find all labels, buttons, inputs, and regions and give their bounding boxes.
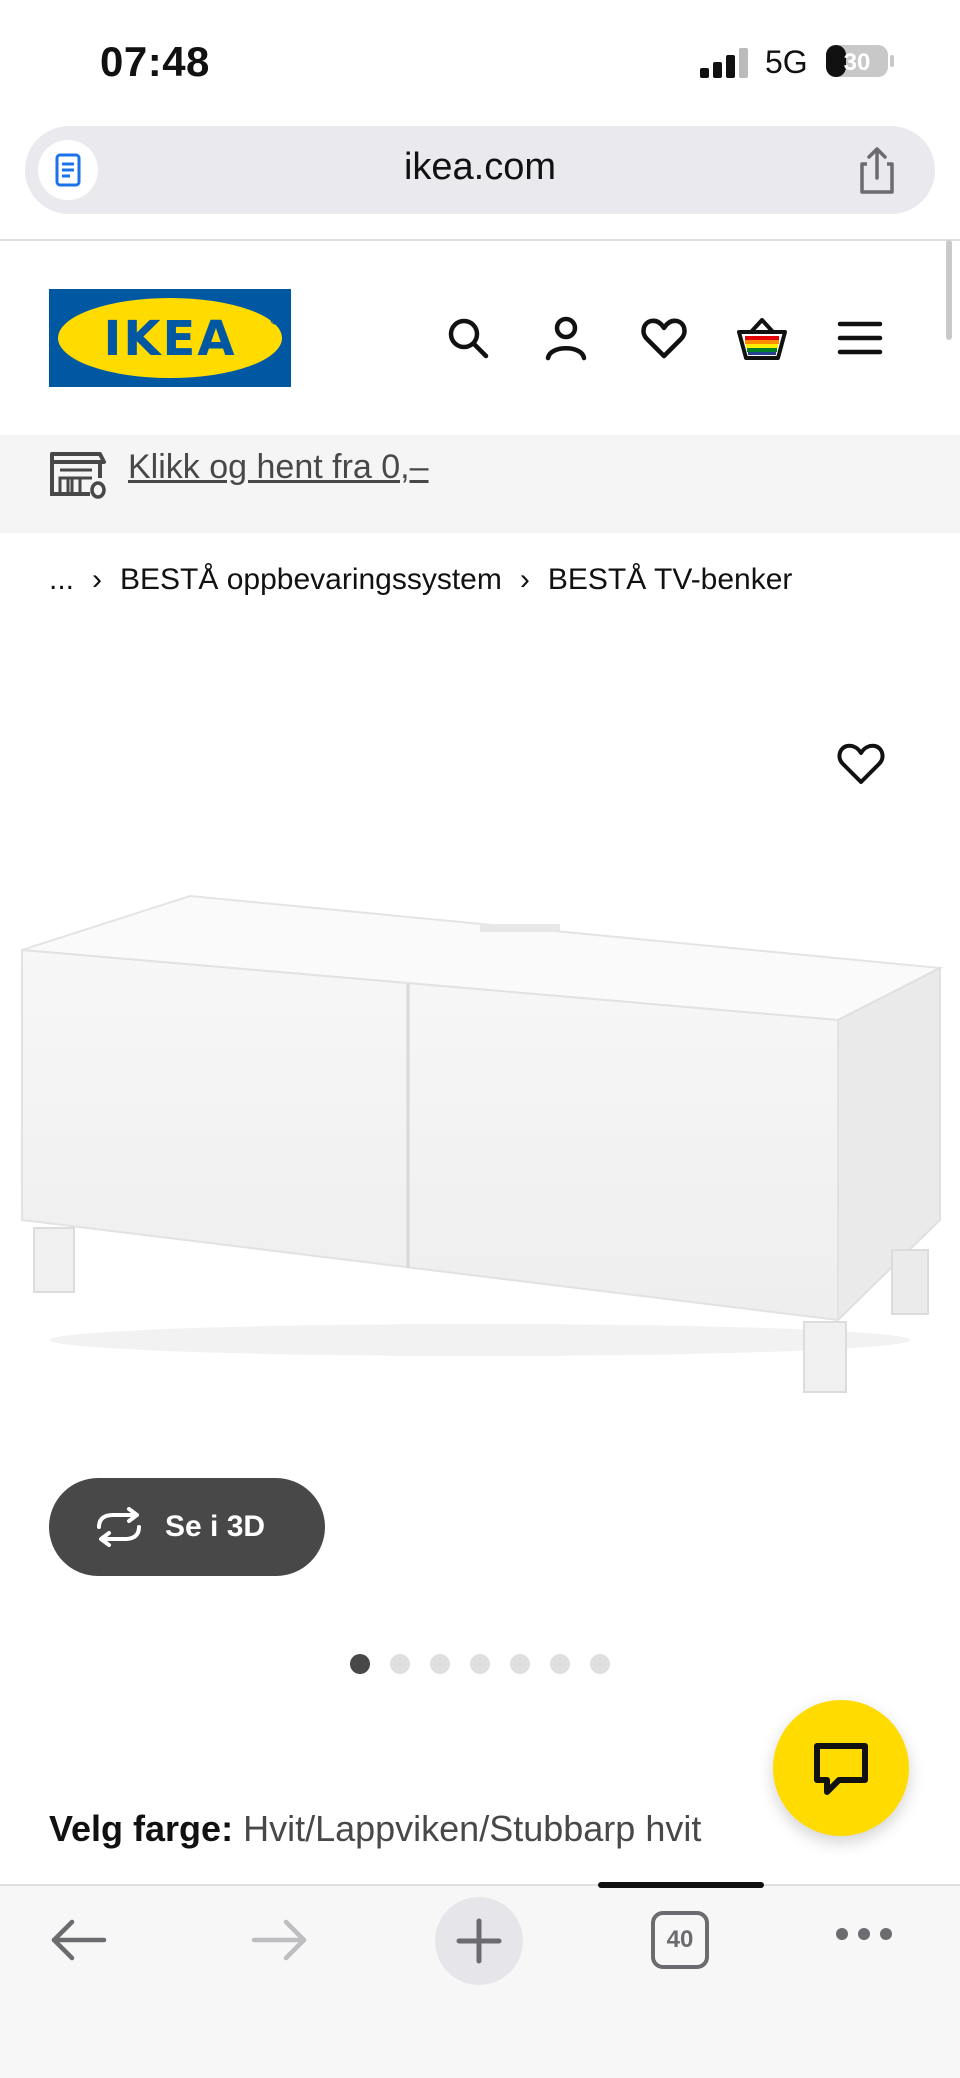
carousel-dot[interactable] <box>350 1654 370 1674</box>
ikea-logo[interactable]: IKEA <box>49 289 291 387</box>
product-image[interactable] <box>0 860 960 1420</box>
color-value: Hvit/Lappviken/Stubbarp hvit <box>243 1808 702 1849</box>
new-tab-button[interactable] <box>435 1897 523 1985</box>
color-label: Velg farge: <box>49 1808 234 1849</box>
chevron-right-icon: › <box>519 563 530 596</box>
breadcrumb: ... › BESTÅ oppbevaringssystem › BESTÅ T… <box>49 563 792 597</box>
carousel-dot[interactable] <box>590 1654 610 1674</box>
tab-switcher-button[interactable]: 40 <box>651 1911 709 1969</box>
breadcrumb-item[interactable]: BESTÅ oppbevaringssystem <box>120 563 502 597</box>
carousel-dot[interactable] <box>470 1654 490 1674</box>
battery-icon: 30 <box>826 45 894 77</box>
menu-icon[interactable] <box>834 312 886 364</box>
image-carousel-indicator <box>350 1654 610 1674</box>
chat-bubble-icon <box>814 1743 868 1795</box>
search-icon[interactable] <box>442 312 494 364</box>
url-text[interactable]: ikea.com <box>0 146 960 189</box>
plus-icon <box>456 1918 502 1964</box>
ikea-logo-text: IKEA <box>104 311 237 367</box>
chevron-right-icon: › <box>92 563 103 596</box>
user-icon[interactable] <box>540 312 592 364</box>
click-collect-link[interactable]: Klikk og hent fra 0,– <box>128 448 429 487</box>
divider <box>0 239 960 241</box>
breadcrumb-item[interactable]: BESTÅ TV-benker <box>548 563 793 597</box>
forward-arrow-icon[interactable] <box>248 1915 310 1965</box>
store-icon <box>50 452 106 499</box>
carousel-dot[interactable] <box>430 1654 450 1674</box>
scrollbar[interactable] <box>946 240 952 340</box>
heart-icon[interactable] <box>638 312 690 364</box>
carousel-dot[interactable] <box>550 1654 570 1674</box>
shopping-cart-icon[interactable] <box>736 312 788 364</box>
breadcrumb-item[interactable]: ... <box>49 563 74 597</box>
network-type: 5G <box>765 44 808 80</box>
back-arrow-icon[interactable] <box>48 1915 110 1965</box>
battery-level: 30 <box>844 49 871 76</box>
color-selector[interactable]: Velg farge: Hvit/Lappviken/Stubbarp hvit <box>49 1808 701 1850</box>
view-3d-button[interactable]: Se i 3D <box>49 1478 325 1576</box>
chat-button[interactable] <box>773 1700 909 1836</box>
divider <box>0 1884 960 1886</box>
rotate-3d-icon <box>97 1507 141 1547</box>
view-3d-label: Se i 3D <box>165 1510 266 1543</box>
carousel-dot[interactable] <box>510 1654 530 1674</box>
signal-icon <box>700 48 748 78</box>
more-icon[interactable] <box>834 1926 894 1942</box>
share-icon[interactable] <box>850 144 904 198</box>
favourite-heart-icon[interactable] <box>836 740 886 786</box>
status-time: 07:48 <box>100 38 210 85</box>
carousel-dot[interactable] <box>390 1654 410 1674</box>
partial-element <box>598 1882 764 1888</box>
